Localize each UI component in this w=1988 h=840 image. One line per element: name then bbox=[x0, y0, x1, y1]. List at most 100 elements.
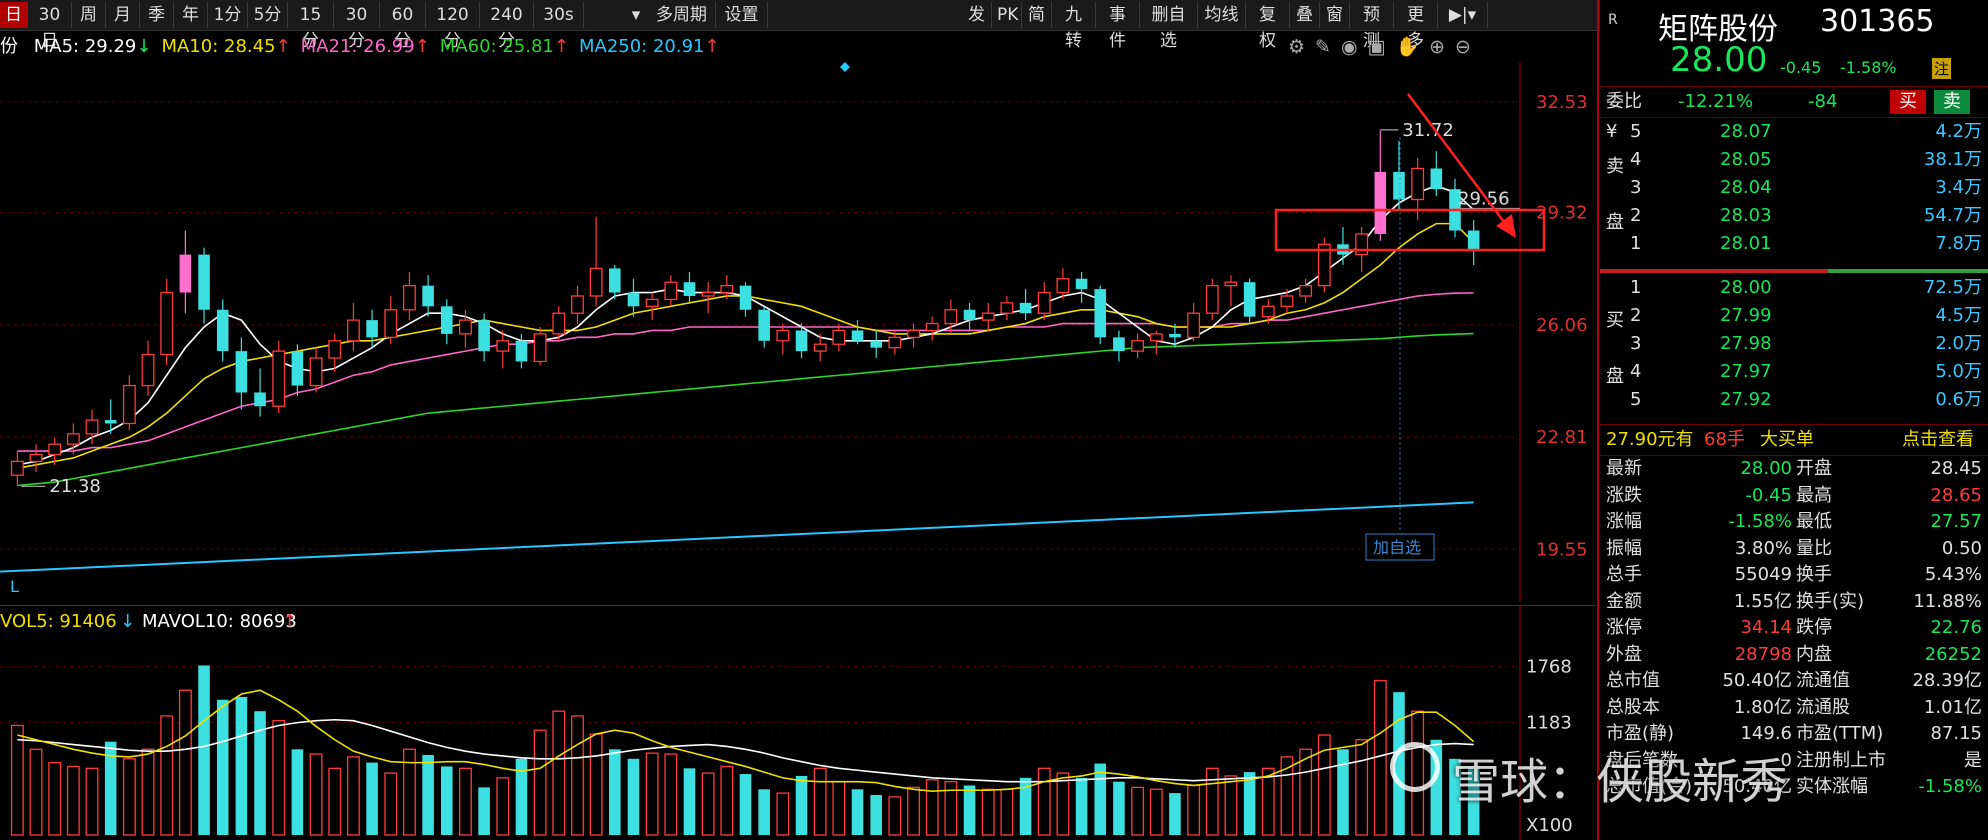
candle-body bbox=[627, 292, 640, 307]
kline-chart[interactable]: 32.5329.3226.0622.8119.5531.7221.3829.56… bbox=[0, 62, 1596, 602]
sell-level-row[interactable]: 3 28.04 3.4万 bbox=[1600, 174, 1988, 202]
period-tab[interactable]: 30s bbox=[534, 2, 584, 28]
settings-button[interactable]: 设置 bbox=[716, 2, 768, 28]
quote-label-2: 流通值 bbox=[1796, 670, 1850, 691]
buy-button[interactable]: 买 bbox=[1890, 90, 1926, 114]
period-tab[interactable]: 30日 bbox=[28, 2, 72, 51]
volume-bar bbox=[1224, 775, 1238, 836]
bid-ask-bar-red bbox=[1600, 269, 1828, 273]
panel-divider bbox=[1597, 0, 1599, 840]
volume-bar bbox=[888, 796, 902, 836]
period-tab[interactable]: 季 bbox=[140, 2, 174, 28]
candle-body bbox=[272, 350, 286, 407]
buy-level-row[interactable]: 3 27.98 2.0万 bbox=[1600, 330, 1988, 358]
quote-value-2: 5.43% bbox=[1924, 564, 1982, 585]
ma10-line bbox=[17, 222, 1475, 470]
period-tab[interactable]: 日 bbox=[0, 2, 28, 28]
market-badge: R bbox=[1608, 12, 1618, 28]
tool-button[interactable]: 九转 bbox=[1052, 2, 1096, 51]
ma-legend-item: MA10: 28.45 bbox=[161, 36, 276, 57]
quote-value-2: 28.65 bbox=[1930, 484, 1982, 506]
tool-button[interactable]: PK bbox=[992, 2, 1022, 28]
candle-body bbox=[683, 282, 696, 296]
sell-level-row[interactable]: ¥5 28.07 4.2万 bbox=[1600, 118, 1988, 146]
period-tab[interactable]: 5分 bbox=[248, 2, 288, 28]
candle-body bbox=[66, 433, 80, 445]
candle-body bbox=[254, 392, 266, 407]
buy-level-row[interactable]: 1 28.00 72.5万 bbox=[1600, 274, 1988, 302]
chart-tools-icons[interactable]: ⚙✎◉▣✋⊕⊖ bbox=[1288, 32, 1481, 62]
tool-button[interactable]: 删自选 bbox=[1140, 2, 1198, 51]
snowball-logo-icon bbox=[1390, 742, 1440, 792]
period-tab[interactable]: 60分 bbox=[380, 2, 426, 51]
ma-trend-arrow: ↑ bbox=[704, 36, 720, 57]
candle-body bbox=[1113, 337, 1125, 352]
volume-bar bbox=[851, 789, 864, 835]
buy-side-label-1: 买 bbox=[1606, 310, 1624, 331]
candle-body bbox=[907, 329, 920, 338]
level-price: 28.00 bbox=[1720, 277, 1772, 298]
tool-button[interactable]: 更多 bbox=[1394, 2, 1438, 51]
period-tab[interactable]: 240分 bbox=[480, 2, 534, 51]
y-tick-label: 1768 bbox=[1526, 657, 1572, 678]
period-tab[interactable]: 月 bbox=[106, 2, 140, 28]
quote-value: 1.80亿 bbox=[1733, 696, 1792, 718]
quote-label-2: 流通股 bbox=[1796, 696, 1850, 718]
volume-bar bbox=[870, 795, 882, 835]
period-tab[interactable]: 1分 bbox=[208, 2, 248, 28]
volume-bar bbox=[552, 710, 566, 836]
period-tab[interactable]: 15分 bbox=[288, 2, 334, 51]
add-watch-label[interactable]: 加自选 bbox=[1373, 538, 1421, 557]
candle-body bbox=[1355, 233, 1369, 256]
quote-value: 1.55亿 bbox=[1733, 590, 1792, 612]
buy-level-row[interactable]: 4 27.97 5.0万 bbox=[1600, 358, 1988, 386]
period-tab[interactable]: 120分 bbox=[426, 2, 480, 51]
axis-tag-label: L bbox=[10, 577, 19, 596]
tool-button[interactable]: 简 bbox=[1022, 2, 1052, 28]
quote-label: 最新 bbox=[1606, 458, 1642, 479]
candle-body bbox=[832, 329, 846, 345]
period-tab[interactable]: 30分 bbox=[334, 2, 380, 51]
ma-prefix: 份 bbox=[0, 36, 18, 57]
quote-value-2: 28.39亿 bbox=[1912, 670, 1982, 691]
volume-bar bbox=[1299, 748, 1313, 836]
vol5-legend: VOL5: 91406 bbox=[0, 611, 117, 632]
candle-body bbox=[1056, 278, 1070, 294]
candle-body bbox=[1374, 171, 1387, 234]
buy-level-row[interactable]: 2 27.99 4.5万 bbox=[1600, 302, 1988, 330]
weibi-diff: -84 bbox=[1808, 91, 1838, 112]
sell-side-label-1: 卖 bbox=[1606, 156, 1624, 177]
dropdown-arrow-icon[interactable]: ▾ bbox=[625, 2, 647, 28]
candle-body bbox=[571, 295, 584, 314]
tool-button[interactable]: 事件 bbox=[1096, 2, 1140, 51]
sell-level-row[interactable]: 4 28.05 38.1万 bbox=[1600, 146, 1988, 174]
volume-bar bbox=[178, 689, 192, 836]
sell-level-row[interactable]: 1 28.01 7.8万 bbox=[1600, 230, 1988, 258]
period-tab[interactable]: 周 bbox=[72, 2, 106, 28]
tool-button[interactable]: 窗 bbox=[1320, 2, 1350, 28]
volume-chart[interactable]: 1768 1183 X100 VOL5: 91406 ↓ MAVOL10: 80693↑ bbox=[0, 605, 1596, 840]
weibi-label: 委比 bbox=[1606, 91, 1642, 112]
tool-button[interactable]: 预测 bbox=[1350, 2, 1394, 51]
tool-button[interactable]: 发 bbox=[962, 2, 992, 28]
candle-body bbox=[1000, 302, 1014, 314]
sell-button[interactable]: 卖 bbox=[1934, 90, 1970, 114]
quote-row: 总市值 50.40亿 流通值 28.39亿 bbox=[1600, 668, 1988, 694]
multi-period-button[interactable]: 多周期 bbox=[648, 2, 716, 28]
quote-row: 外盘 28798 内盘 26252 bbox=[1600, 642, 1988, 668]
volume-bar bbox=[66, 765, 80, 836]
expand-panel-icon[interactable]: ▶|▾ bbox=[1438, 2, 1488, 28]
big-order-link[interactable]: 点击查看 bbox=[1902, 426, 1974, 454]
tool-button[interactable]: 叠 bbox=[1290, 2, 1320, 28]
quote-label: 涨跌 bbox=[1606, 484, 1642, 506]
candle-body bbox=[1467, 230, 1480, 252]
price-change: -0.45 bbox=[1780, 58, 1822, 77]
volume-bar bbox=[440, 766, 453, 835]
level-price: 28.01 bbox=[1720, 233, 1772, 254]
volume-bar bbox=[1094, 763, 1107, 835]
tool-button[interactable]: 复权 bbox=[1246, 2, 1290, 51]
tool-button[interactable]: 均线 bbox=[1198, 2, 1246, 28]
sell-level-row[interactable]: 2 28.03 54.7万 bbox=[1600, 202, 1988, 230]
period-tab[interactable]: 年 bbox=[174, 2, 208, 28]
buy-level-row[interactable]: 5 27.92 0.6万 bbox=[1600, 386, 1988, 414]
